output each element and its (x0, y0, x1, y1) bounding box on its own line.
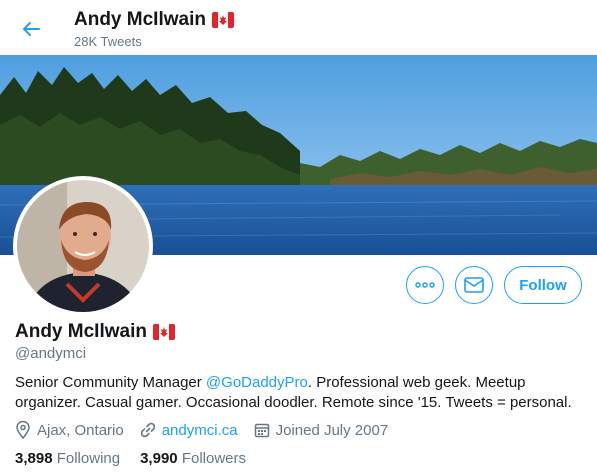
follow-button[interactable]: Follow (504, 266, 582, 304)
tweet-count: 28K Tweets (74, 34, 142, 49)
location-text: Ajax, Ontario (37, 421, 124, 439)
followers-stat[interactable]: 3,990 Followers (140, 450, 246, 467)
followers-label: Followers (181, 450, 246, 467)
avatar-image (17, 180, 149, 312)
profile-meta: Ajax, Ontario andymci.ca Joined July 200… (15, 421, 404, 439)
profile-bio: Senior Community Manager @GoDaddyPro. Pr… (15, 373, 585, 413)
following-label: Following (56, 450, 121, 467)
canada-flag-icon (211, 12, 234, 28)
calendar-icon (254, 423, 269, 438)
profile-handle: @andymci (15, 345, 87, 362)
avatar[interactable] (13, 176, 153, 316)
followers-count: 3,990 (140, 450, 178, 467)
profile-name: Andy McIlwain (15, 321, 175, 343)
canada-flag-icon (152, 324, 175, 340)
bio-mention-link[interactable]: @GoDaddyPro (206, 374, 308, 391)
profile-stats: 3,898 Following 3,990 Followers (15, 450, 266, 467)
website-link[interactable]: andymci.ca (162, 422, 238, 439)
location-item: Ajax, Ontario (15, 421, 124, 439)
back-button[interactable] (14, 12, 48, 46)
more-options-button[interactable] (406, 266, 444, 304)
header-name: Andy McIlwain (74, 9, 206, 30)
bio-text-prefix: Senior Community Manager (15, 374, 206, 391)
arrow-left-icon (23, 22, 40, 36)
message-button[interactable] (455, 266, 493, 304)
envelope-icon (464, 277, 484, 293)
more-dots-icon (415, 282, 435, 288)
location-pin-icon (16, 421, 30, 439)
website-item: andymci.ca (140, 422, 238, 439)
header-title: Andy McIlwain (74, 9, 234, 31)
link-icon (140, 422, 155, 438)
profile-name-text: Andy McIlwain (15, 321, 147, 342)
profile-header-bar: Andy McIlwain 28K Tweets (0, 0, 597, 55)
following-count: 3,898 (15, 450, 53, 467)
joined-item: Joined July 2007 (254, 421, 389, 439)
following-stat[interactable]: 3,898 Following (15, 450, 120, 467)
joined-text: Joined July 2007 (275, 421, 389, 439)
